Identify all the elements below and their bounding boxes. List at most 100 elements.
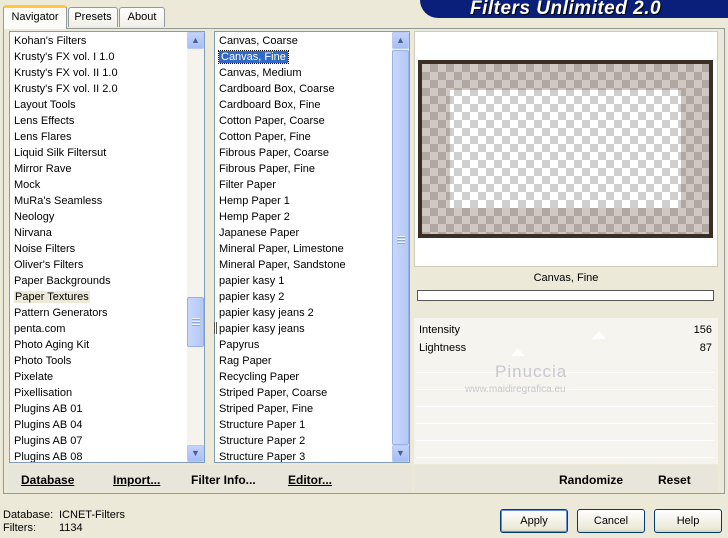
editor-button[interactable]: Editor...	[288, 473, 332, 487]
list-item-label: Krusty's FX vol. I 1.0	[14, 51, 115, 63]
lightness-slider-thumb[interactable]	[511, 348, 525, 356]
list-item[interactable]: Krusty's FX vol. II 1.0	[10, 65, 118, 81]
list-item[interactable]: Lens Effects	[10, 113, 74, 129]
status-database-value: ICNET-Filters	[59, 509, 125, 521]
list-item[interactable]: Pattern Generators	[10, 305, 108, 321]
slider-lightness[interactable]: Lightness 87	[416, 339, 714, 357]
list-item[interactable]: Paper Textures	[10, 289, 90, 305]
list-item[interactable]: Structure Paper 1	[215, 417, 305, 433]
list-item[interactable]: Plugins AB 04	[10, 417, 83, 433]
list-item[interactable]: Filter Paper	[215, 177, 276, 193]
list-item[interactable]: Kohan's Filters	[10, 33, 86, 49]
filter-scrollbar[interactable]: ▲ ▼	[392, 32, 409, 462]
tab-presets[interactable]: Presets	[68, 7, 118, 27]
list-item-label: Fibrous Paper, Coarse	[219, 147, 330, 159]
list-item[interactable]: Recycling Paper	[215, 369, 299, 385]
list-item[interactable]: Structure Paper 2	[215, 433, 305, 449]
list-item-label: Cotton Paper, Fine	[219, 131, 311, 143]
list-item[interactable]: MuRa's Seamless	[10, 193, 102, 209]
list-item[interactable]: Striped Paper, Fine	[215, 401, 313, 417]
param-label-lightness: Lightness	[419, 342, 467, 354]
database-button[interactable]: Database	[21, 473, 74, 487]
list-item[interactable]: Mirror Rave	[10, 161, 71, 177]
list-item[interactable]: Canvas, Coarse	[215, 33, 298, 49]
list-item[interactable]: Pixelate	[10, 369, 53, 385]
list-item-label: Fibrous Paper, Fine	[219, 163, 315, 175]
tab-navigator[interactable]: Navigator	[3, 5, 67, 29]
list-item[interactable]: Canvas, Medium	[215, 65, 302, 81]
list-item[interactable]: Canvas, Fine	[215, 49, 289, 65]
list-item[interactable]: Pixellisation	[10, 385, 72, 401]
list-item[interactable]: papier kasy jeans	[215, 321, 305, 337]
category-scrollbar[interactable]: ▲ ▼	[187, 32, 204, 462]
list-item[interactable]: papier kasy 2	[215, 289, 284, 305]
scroll-down-icon[interactable]: ▼	[392, 445, 409, 462]
list-item-label: Lens Flares	[14, 131, 72, 143]
list-item[interactable]: Cotton Paper, Coarse	[215, 113, 325, 129]
list-item[interactable]: penta.com	[10, 321, 65, 337]
slider-intensity[interactable]: Intensity 156	[416, 321, 714, 339]
list-item[interactable]: Plugins AB 01	[10, 401, 83, 417]
list-item[interactable]: Paper Backgrounds	[10, 273, 111, 289]
param-slot-empty	[416, 425, 714, 441]
list-item[interactable]: Structure Paper 3	[215, 449, 305, 462]
list-item[interactable]: Noise Filters	[10, 241, 75, 257]
list-item[interactable]: Hemp Paper 2	[215, 209, 290, 225]
list-item[interactable]: Layout Tools	[10, 97, 76, 113]
list-item-label: Mineral Paper, Limestone	[219, 243, 344, 255]
list-item[interactable]: papier kasy jeans 2	[215, 305, 314, 321]
list-item[interactable]: Cardboard Box, Coarse	[215, 81, 335, 97]
list-item[interactable]: Nirvana	[10, 225, 52, 241]
category-list[interactable]: Kohan's Filters Krusty's FX vol. I 1.0 Kru…	[9, 31, 205, 463]
list-item[interactable]: Japanese Paper	[215, 225, 299, 241]
list-item-label: Hemp Paper 1	[219, 195, 290, 207]
reset-button[interactable]: Reset	[658, 473, 691, 487]
param-value-intensity: 156	[693, 324, 712, 336]
filter-info-label: Filter Info...	[191, 473, 256, 487]
list-item[interactable]: Liquid Silk Filtersut	[10, 145, 106, 161]
category-scroll-thumb[interactable]	[187, 297, 204, 347]
apply-button[interactable]: Apply	[500, 509, 568, 533]
list-item[interactable]: papier kasy 1	[215, 273, 284, 289]
preview-image[interactable]	[418, 60, 713, 238]
list-item[interactable]: Rag Paper	[215, 353, 272, 369]
scroll-down-icon[interactable]: ▼	[187, 445, 204, 462]
filter-scroll-thumb[interactable]	[392, 50, 409, 445]
list-item[interactable]: Mineral Paper, Sandstone	[215, 257, 346, 273]
filter-list[interactable]: Canvas, Coarse Canvas, Fine Canvas, Medium…	[214, 31, 410, 463]
list-item-label: papier kasy jeans	[219, 323, 305, 335]
list-item[interactable]: Neology	[10, 209, 54, 225]
param-label-intensity: Intensity	[419, 324, 460, 336]
list-item[interactable]: Hemp Paper 1	[215, 193, 290, 209]
list-item[interactable]: Krusty's FX vol. I 1.0	[10, 49, 115, 65]
list-item[interactable]: Photo Tools	[10, 353, 71, 369]
list-item-label: Plugins AB 08	[14, 451, 83, 463]
intensity-slider-thumb[interactable]	[592, 331, 606, 339]
list-item-label: MuRa's Seamless	[14, 195, 103, 207]
scroll-up-icon[interactable]: ▲	[187, 32, 204, 49]
list-item[interactable]: Fibrous Paper, Coarse	[215, 145, 329, 161]
scroll-up-icon[interactable]: ▲	[392, 32, 409, 49]
tab-about[interactable]: About	[119, 7, 165, 27]
list-item[interactable]: Striped Paper, Coarse	[215, 385, 327, 401]
randomize-button[interactable]: Randomize	[559, 473, 623, 487]
cancel-button[interactable]: Cancel	[577, 509, 645, 533]
list-item[interactable]: Fibrous Paper, Fine	[215, 161, 315, 177]
list-item[interactable]: Mineral Paper, Limestone	[215, 241, 344, 257]
list-item[interactable]: Photo Aging Kit	[10, 337, 89, 353]
import-button[interactable]: Import...	[113, 473, 160, 487]
list-item[interactable]: Plugins AB 08	[10, 449, 83, 463]
list-item[interactable]: Plugins AB 07	[10, 433, 83, 449]
list-item[interactable]: Cotton Paper, Fine	[215, 129, 311, 145]
drag-handle[interactable]	[214, 322, 219, 334]
list-item[interactable]: Cardboard Box, Fine	[215, 97, 321, 113]
list-item[interactable]: Krusty's FX vol. II 2.0	[10, 81, 118, 97]
list-item[interactable]: Lens Flares	[10, 129, 71, 145]
filter-info-button[interactable]: Filter Info...	[191, 473, 256, 487]
list-item[interactable]: Mock	[10, 177, 40, 193]
list-item[interactable]: Oliver's Filters	[10, 257, 83, 273]
list-item-label: Lens Effects	[14, 115, 75, 127]
help-button[interactable]: Help	[654, 509, 722, 533]
list-item-label: Plugins AB 04	[14, 419, 83, 431]
list-item[interactable]: Papyrus	[215, 337, 259, 353]
